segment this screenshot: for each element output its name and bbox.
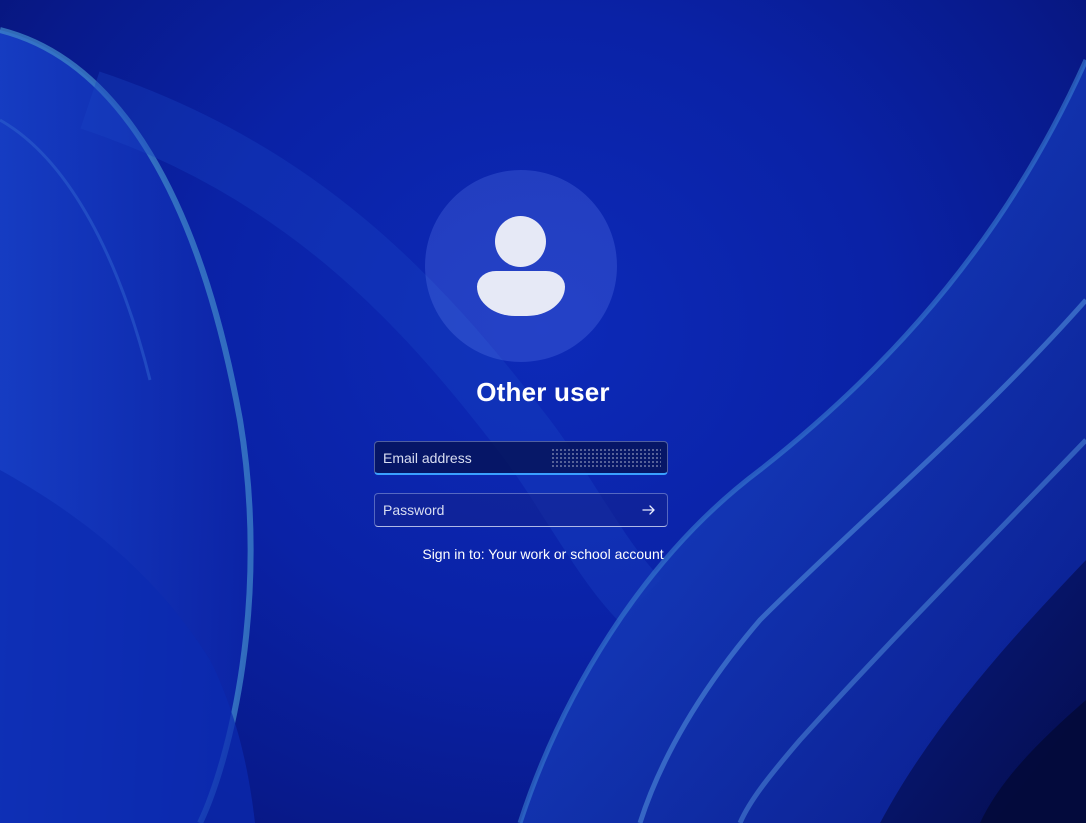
- account-name-title: Other user: [476, 377, 610, 407]
- password-field[interactable]: [374, 493, 668, 527]
- arrow-right-icon: [642, 505, 655, 515]
- sign-in-target-text: Sign in to: Your work or school account: [422, 546, 664, 562]
- wallpaper-background: [0, 27, 1086, 823]
- email-field[interactable]: [374, 441, 668, 475]
- person-icon-body: [477, 271, 565, 316]
- person-icon-head: [495, 216, 546, 267]
- submit-button[interactable]: [635, 497, 663, 523]
- input-noise-decoration: [551, 448, 661, 468]
- password-input[interactable]: [375, 494, 667, 526]
- user-avatar: [425, 170, 617, 362]
- lock-screen: Other user Sign in to: Your work or scho…: [0, 0, 1086, 823]
